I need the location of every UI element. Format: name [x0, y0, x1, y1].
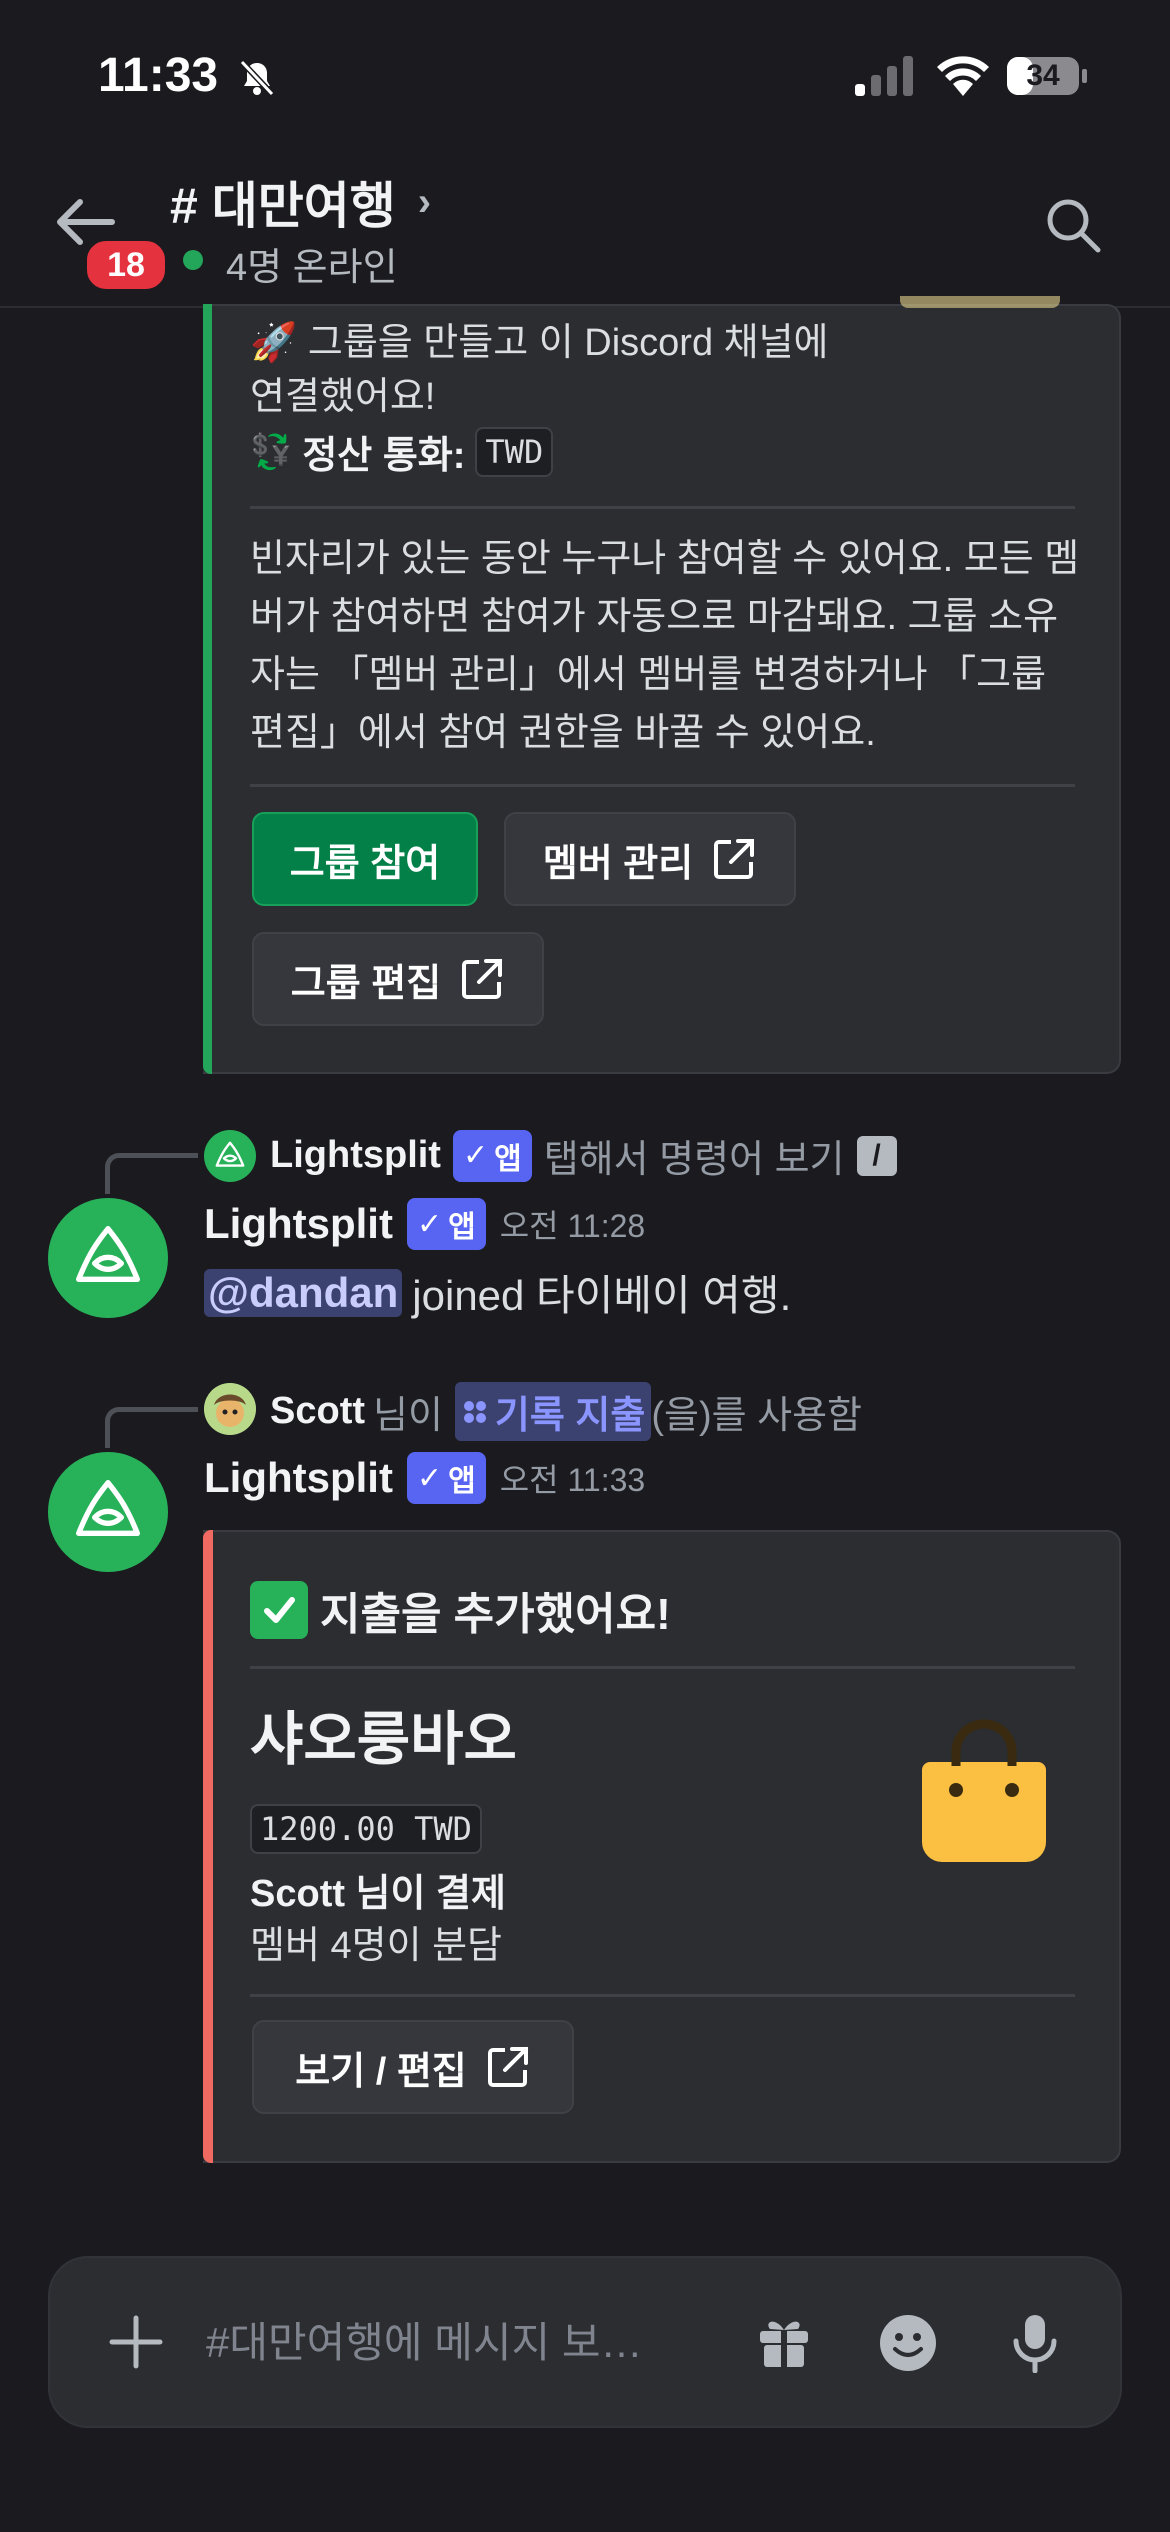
message-header: Lightsplit ✓ 앱 오전 11:28 — [204, 1198, 645, 1250]
online-count: 4명 온라인 — [226, 247, 398, 289]
edit-group-label: 그룹 편집 — [290, 962, 442, 1005]
message-input[interactable] — [204, 2312, 688, 2374]
group-description: 빈자리가 있는 동안 누구나 참여할 수 있어요. 모든 멤버가 참여하면 참여… — [250, 538, 1080, 754]
command-name: 기록 지출 — [494, 1395, 646, 1437]
reply-username: Lightsplit — [270, 1134, 441, 1176]
app-tag-label: 앱 — [448, 1465, 476, 1498]
command-mention[interactable]: 기록 지출 — [454, 1382, 652, 1441]
unread-badge: 18 — [82, 236, 170, 294]
message-body: @dandan joined 타이베이 여행. — [204, 1262, 791, 1323]
embed-accent-bar — [203, 1530, 213, 2163]
emoji-icon[interactable] — [878, 2313, 938, 2373]
currency-code: TWD — [475, 426, 554, 477]
manage-members-label: 멤버 관리 — [542, 842, 694, 885]
app-tag: ✓ 앱 — [406, 1452, 486, 1504]
scott-mini-avatar — [204, 1383, 256, 1435]
reply-connector — [105, 1407, 198, 1448]
external-link-icon — [487, 2047, 528, 2087]
gift-icon[interactable] — [756, 2313, 812, 2369]
view-edit-button[interactable]: 보기 / 편집 — [252, 2020, 574, 2114]
embed-divider — [250, 1994, 1075, 1997]
embed-thumbnail-edge — [900, 296, 1060, 308]
cartoon-avatar-icon — [204, 1383, 256, 1435]
microphone-icon[interactable] — [1010, 2313, 1060, 2373]
external-link-icon — [714, 839, 755, 879]
external-link-icon — [462, 959, 503, 999]
edit-group-button[interactable]: 그룹 편집 — [252, 932, 544, 1026]
message-text: joined 타이베이 여행. — [412, 1272, 792, 1319]
verified-check-icon: ✓ — [416, 1207, 443, 1241]
expense-payer: Scott 님이 결제 — [250, 1873, 506, 1915]
app-tag-label: 앱 — [448, 1211, 476, 1244]
lightsplit-logo-icon — [215, 1141, 245, 1167]
wifi-icon — [937, 56, 989, 96]
channel-name: # 대만여행 — [170, 178, 396, 234]
message-username[interactable]: Lightsplit — [204, 1454, 393, 1502]
lightsplit-avatar[interactable] — [48, 1198, 168, 1318]
embed-divider — [250, 784, 1075, 787]
join-group-button[interactable]: 그룹 참여 — [252, 812, 478, 906]
message-timestamp: 오전 11:33 — [499, 1462, 646, 1498]
battery-level: 34 — [1026, 59, 1060, 92]
user-mention[interactable]: @dandan — [204, 1268, 403, 1317]
lightsplit-logo-icon — [76, 1480, 140, 1536]
expense-split: 멤버 4명이 분담 — [250, 1925, 503, 1967]
reply-username: Scott — [270, 1390, 365, 1432]
bell-off-icon — [239, 59, 275, 97]
expense-title: 지출을 추가했어요! — [250, 1578, 671, 1642]
command-reply-row[interactable]: Scott 님이 기록 지출 (을)를 사용함 — [270, 1382, 862, 1441]
view-edit-label: 보기 / 편집 — [295, 2050, 467, 2093]
app-tag-label: 앱 — [494, 1142, 522, 1176]
message-timestamp: 오전 11:28 — [499, 1208, 646, 1244]
shopping-bag-icon — [922, 1719, 1046, 1862]
manage-members-button[interactable]: 멤버 관리 — [504, 812, 796, 906]
search-icon[interactable] — [1044, 196, 1102, 254]
app-command-icon — [463, 1400, 486, 1423]
lightsplit-logo-icon — [76, 1226, 140, 1282]
expense-amount: 1200.00 TWD — [250, 1804, 482, 1854]
message-username[interactable]: Lightsplit — [204, 1200, 393, 1248]
group-created-text: 🚀 그룹을 만들고 이 Discord 채널에 — [250, 322, 829, 364]
channel-title[interactable]: # 대만여행 › — [170, 166, 431, 238]
currency-label: 정산 통화: — [302, 435, 466, 477]
chevron-right-icon: › — [417, 179, 432, 224]
verified-check-icon: ✓ — [462, 1139, 489, 1172]
app-tag: ✓ 앱 — [452, 1129, 532, 1182]
embed-divider — [250, 506, 1075, 509]
command-hint: 탭해서 명령어 보기 — [543, 1139, 845, 1181]
expense-item-name: 샤오룽바오 — [250, 1707, 517, 1772]
slash-command-icon: / — [856, 1135, 897, 1176]
currency-exchange-icon: 💱 — [250, 432, 293, 471]
embed-divider — [250, 1666, 1075, 1669]
check-mark-icon — [250, 1581, 308, 1639]
expense-title-text: 지출을 추가했어요! — [320, 1590, 671, 1639]
battery-icon: 34 — [1006, 56, 1090, 96]
plus-icon[interactable] — [106, 2312, 166, 2372]
embed-accent-bar — [203, 304, 212, 1074]
lightsplit-avatar[interactable] — [48, 1452, 168, 1572]
cellular-signal-icon — [855, 56, 913, 96]
currency-row: 💱 정산 통화: TWD — [250, 424, 554, 479]
verified-check-icon: ✓ — [416, 1461, 443, 1495]
lightsplit-mini-avatar — [204, 1130, 256, 1182]
message-header: Lightsplit ✓ 앱 오전 11:33 — [204, 1452, 645, 1504]
app-tag: ✓ 앱 — [406, 1198, 486, 1250]
reply-suffix: 님이 — [373, 1395, 443, 1437]
group-created-text-2: 연결했어요! — [250, 376, 436, 418]
reply-connector — [105, 1153, 198, 1194]
online-indicator-icon — [183, 250, 203, 270]
join-group-label: 그룹 참여 — [289, 842, 441, 885]
status-time: 11:33 — [98, 49, 219, 102]
command-used-text: (을)를 사용함 — [651, 1395, 862, 1437]
command-reply-row[interactable]: Lightsplit ✓ 앱 탭해서 명령어 보기 / — [270, 1128, 897, 1183]
